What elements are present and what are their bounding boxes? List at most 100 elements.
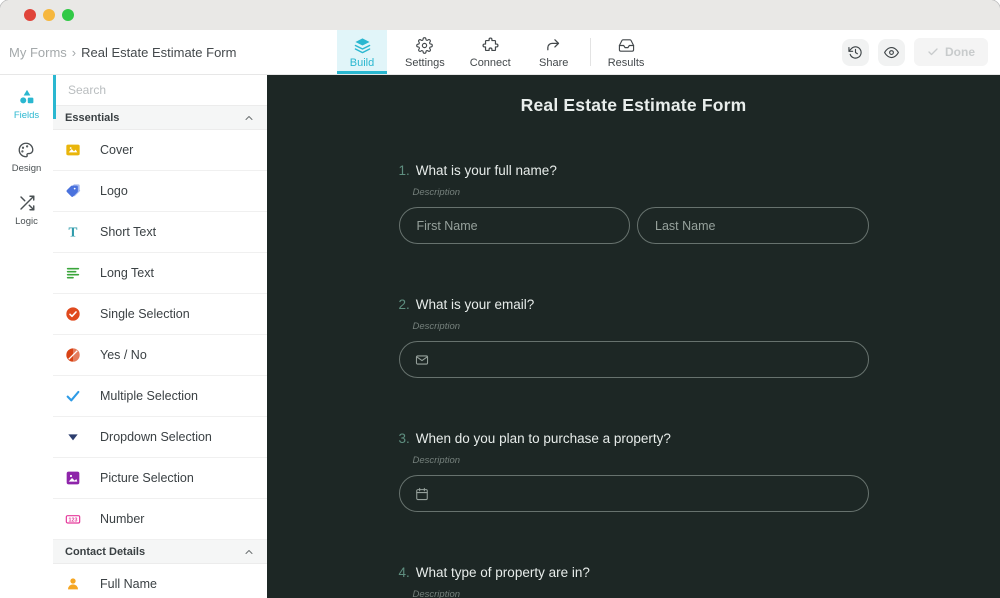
rail-item-label: Fields (13, 110, 40, 121)
answer-field[interactable] (637, 207, 869, 244)
gear-icon (416, 37, 434, 54)
tab-connect[interactable]: Connect (463, 30, 518, 74)
history-button[interactable] (842, 38, 869, 66)
field-item-label: Long Text (100, 266, 154, 280)
minimize-window-button[interactable] (43, 9, 55, 21)
zoom-window-button[interactable] (62, 9, 74, 21)
section-header-essentials[interactable]: Essentials (53, 106, 267, 130)
question-text-row[interactable]: 2. What is your email? (399, 296, 869, 314)
field-item-yes-no[interactable]: Yes / No (53, 335, 267, 376)
field-item-full-name[interactable]: Full Name (53, 564, 267, 598)
field-item-picture-selection[interactable]: Picture Selection (53, 458, 267, 499)
question-number: 2. (398, 297, 410, 312)
shapes-icon (18, 88, 36, 106)
person-icon (65, 576, 81, 592)
app-window: My Forms › Real Estate Estimate Form Build… (0, 0, 1000, 598)
tab-settings[interactable]: Settings (398, 30, 452, 74)
question-number: 1. (398, 163, 410, 178)
search-input[interactable] (66, 82, 250, 98)
field-item-label: Cover (100, 143, 134, 157)
field-item-logo[interactable]: Logo (53, 171, 267, 212)
field-item-label: Multiple Selection (100, 389, 198, 403)
field-item-single-selection[interactable]: Single Selection (53, 294, 267, 335)
field-item-cover[interactable]: Cover (53, 130, 267, 171)
field-item-label: Picture Selection (100, 471, 194, 485)
field-item-multiple-selection[interactable]: Multiple Selection (53, 376, 267, 417)
breadcrumb: My Forms › Real Estate Estimate Form (9, 45, 236, 60)
question-description[interactable]: Description (413, 589, 869, 598)
question-4[interactable]: 4. What type of property are in? Descripti… (399, 564, 869, 598)
close-window-button[interactable] (24, 9, 36, 21)
question-description[interactable]: Description (413, 321, 869, 333)
tab-share[interactable]: Share (529, 30, 579, 74)
question-inputs (398, 341, 869, 378)
field-item-label: Yes / No (100, 348, 147, 362)
breadcrumb-form-name: Real Estate Estimate Form (81, 44, 237, 60)
single-select-icon (65, 306, 81, 322)
rail-item-design[interactable]: Design (12, 141, 41, 174)
tab-build[interactable]: Build (337, 30, 387, 74)
answer-input[interactable] (437, 351, 853, 368)
answer-field[interactable] (398, 475, 869, 512)
question-description[interactable]: Description (413, 455, 869, 467)
fields-panel: Essentials Cover Logo T Short Text Long Text S… (53, 75, 267, 598)
question-text-row[interactable]: 4. What type of property are in? (399, 564, 869, 582)
inbox-icon (618, 37, 635, 54)
field-item-short-text[interactable]: T Short Text (53, 212, 267, 253)
question-3[interactable]: 3. When do you plan to purchase a propert… (398, 430, 869, 512)
tab-results[interactable]: Results (601, 30, 652, 74)
answer-field[interactable] (398, 341, 869, 378)
field-item-label: Number (100, 512, 145, 526)
question-description[interactable]: Description (413, 187, 869, 199)
done-button[interactable]: Done (914, 38, 988, 66)
question-2[interactable]: 2. What is your email? Description (398, 296, 869, 378)
form-title[interactable]: Real Estate Estimate Form (267, 95, 1000, 116)
shuffle-icon (18, 194, 36, 212)
answer-field[interactable] (398, 207, 630, 244)
field-item-label: Logo (100, 184, 128, 198)
answer-input[interactable] (437, 485, 853, 502)
tab-label: Share (539, 57, 569, 69)
search-row (53, 75, 267, 106)
palette-icon (17, 141, 35, 159)
tags-icon (65, 183, 81, 199)
long-text-icon (65, 265, 81, 281)
answer-input[interactable] (653, 217, 853, 234)
history-icon (848, 45, 863, 60)
envelope-icon (415, 353, 429, 367)
field-item-dropdown-selection[interactable]: Dropdown Selection (53, 417, 267, 458)
rail-item-fields[interactable]: Fields (14, 88, 39, 121)
field-item-long-text[interactable]: Long Text (53, 253, 267, 294)
active-tab-indicator (53, 75, 56, 119)
question-text-row[interactable]: 3. When do you plan to purchase a propert… (399, 430, 869, 448)
layers-icon (354, 37, 371, 54)
answer-input[interactable] (414, 217, 614, 234)
cover-image-icon (65, 142, 81, 158)
tab-bar: Build Settings Connect Share Results (337, 30, 662, 74)
breadcrumb-separator: › (71, 44, 77, 60)
share-arrow-icon (545, 37, 562, 54)
done-button-label: Done (945, 45, 975, 59)
tab-label: Settings (405, 57, 445, 69)
question-1[interactable]: 1. What is your full name? Description (398, 162, 869, 244)
section-header-contact-details[interactable]: Contact Details (53, 540, 267, 564)
yes-no-icon (65, 347, 81, 363)
questions-container: 1.What is your full name?Description2.Wh… (398, 162, 869, 598)
tab-label: Connect (469, 57, 511, 69)
field-item-number[interactable]: 123 Number (53, 499, 267, 540)
tab-label: Results (607, 57, 645, 69)
field-sections: Essentials Cover Logo T Short Text Long Text S… (53, 106, 267, 598)
field-item-label: Single Selection (100, 307, 190, 321)
question-text-row[interactable]: 1. What is your full name? (399, 162, 869, 180)
left-rail: Fields Design Logic (0, 75, 53, 598)
chevron-up-icon (243, 546, 255, 558)
preview-button[interactable] (878, 38, 905, 66)
svg-text:123: 123 (69, 517, 78, 523)
section-title: Contact Details (65, 545, 146, 558)
rail-item-logic[interactable]: Logic (15, 194, 38, 227)
breadcrumb-my-forms[interactable]: My Forms (9, 45, 67, 60)
question-number: 3. (398, 431, 410, 446)
picture-icon (65, 470, 81, 486)
calendar-icon (415, 487, 429, 501)
tab-label: Build (349, 57, 375, 69)
